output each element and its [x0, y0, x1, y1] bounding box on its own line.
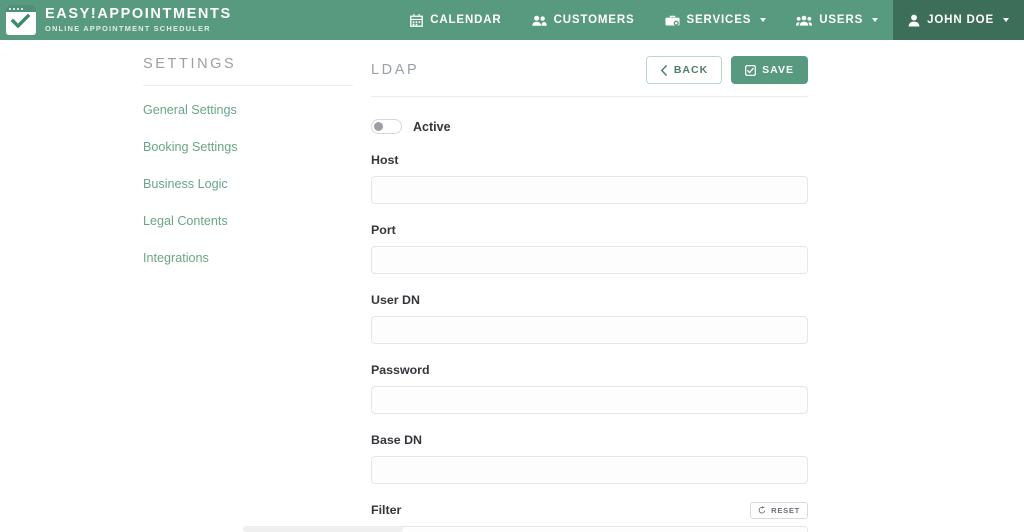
nav-item-users-label: USERS	[819, 14, 863, 26]
field-password: Password	[371, 361, 808, 414]
field-port-label: Port	[371, 223, 396, 237]
field-user-dn-label: User DN	[371, 293, 420, 307]
active-toggle-row: Active	[371, 119, 808, 134]
chevron-down-icon	[760, 18, 766, 22]
filter-reset-button[interactable]: RESET	[750, 502, 808, 519]
undo-icon	[758, 506, 766, 514]
nav-item-services[interactable]: SERVICES	[650, 0, 782, 40]
group-icon	[796, 14, 812, 27]
checkbox-window-logo-icon	[6, 5, 36, 35]
page-body: SETTINGS General Settings Booking Settin…	[0, 40, 1024, 532]
back-button[interactable]: BACK	[646, 56, 722, 84]
nav-items: CALENDAR CUSTOMERS SERVICES	[395, 0, 1024, 40]
nav-item-john-doe[interactable]: JOHN DOE	[893, 0, 1024, 40]
user-dn-input[interactable]	[371, 316, 808, 344]
page-title: LDAP	[371, 62, 419, 78]
header-actions: BACK SAVE	[646, 56, 808, 84]
filter-input[interactable]: (&(objectClass=*)(|(cn={{KEYWORD}})(sn={…	[371, 526, 808, 532]
field-port: Port	[371, 221, 808, 274]
sidebar-item-legal-contents[interactable]: Legal Contents	[143, 214, 371, 228]
check-icon	[11, 14, 30, 28]
nav-item-calendar-label: CALENDAR	[430, 14, 501, 26]
person-icon	[908, 14, 920, 27]
ldap-settings-panel: LDAP BACK SAVE	[371, 56, 808, 532]
brand-subtitle: ONLINE APPOINTMENT SCHEDULER	[45, 25, 232, 33]
nav-item-users[interactable]: USERS	[781, 0, 893, 40]
back-button-label: BACK	[674, 64, 708, 76]
horizontal-scrollbar[interactable]	[243, 526, 403, 532]
filter-reset-label: RESET	[771, 506, 800, 515]
sidebar-item-general-settings[interactable]: General Settings	[143, 103, 371, 117]
sidebar-item-integrations[interactable]: Integrations	[143, 251, 371, 265]
nav-item-john-doe-label: JOHN DOE	[927, 14, 994, 26]
sidebar-item-booking-settings[interactable]: Booking Settings	[143, 140, 371, 154]
field-filter-label: Filter	[371, 503, 401, 517]
host-input[interactable]	[371, 176, 808, 204]
field-base-dn-label: Base DN	[371, 433, 422, 447]
field-host: Host	[371, 151, 808, 204]
save-button[interactable]: SAVE	[731, 56, 808, 84]
chevron-down-icon	[1003, 18, 1009, 22]
settings-sidebar: SETTINGS General Settings Booking Settin…	[143, 56, 371, 532]
chevron-down-icon	[872, 18, 878, 22]
base-dn-input[interactable]	[371, 456, 808, 484]
calendar-icon	[410, 14, 423, 27]
active-toggle[interactable]	[371, 119, 402, 134]
save-button-label: SAVE	[762, 64, 794, 76]
active-toggle-label: Active	[413, 120, 451, 134]
field-base-dn: Base DN	[371, 431, 808, 484]
field-password-label: Password	[371, 363, 430, 377]
nav-item-customers-label: CUSTOMERS	[554, 14, 635, 26]
people-icon	[532, 14, 547, 27]
port-input[interactable]	[371, 246, 808, 274]
password-input[interactable]	[371, 386, 808, 414]
content-header: LDAP BACK SAVE	[371, 56, 808, 97]
field-host-label: Host	[371, 153, 399, 167]
nav-item-calendar[interactable]: CALENDAR	[395, 0, 516, 40]
brand-title: EASY!APPOINTMENTS	[45, 7, 232, 22]
chevron-left-icon	[660, 65, 668, 76]
sidebar-list: General Settings Booking Settings Busine…	[143, 103, 371, 265]
toggle-knob	[374, 122, 383, 131]
top-navbar: EASY!APPOINTMENTS ONLINE APPOINTMENT SCH…	[0, 0, 1024, 40]
field-user-dn: User DN	[371, 291, 808, 344]
nav-item-customers[interactable]: CUSTOMERS	[517, 0, 650, 40]
sidebar-title: SETTINGS	[143, 56, 353, 86]
brand-logo-block[interactable]: EASY!APPOINTMENTS ONLINE APPOINTMENT SCH…	[0, 0, 232, 40]
check-square-icon	[745, 65, 756, 76]
briefcase-icon	[665, 14, 680, 27]
nav-item-services-label: SERVICES	[687, 14, 752, 26]
sidebar-item-business-logic[interactable]: Business Logic	[143, 177, 371, 191]
field-filter: Filter RESET (&(objectClass=*)(|(cn={{KE…	[371, 501, 808, 532]
